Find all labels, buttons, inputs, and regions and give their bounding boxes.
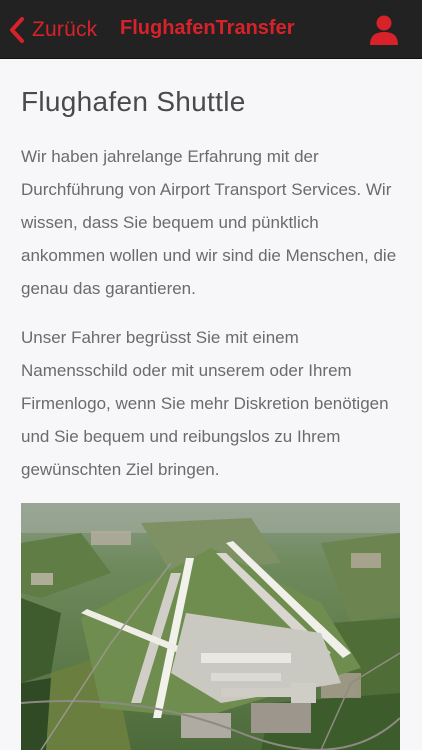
- top-navigation-bar: Zurück FlughafenTransfer: [0, 0, 422, 59]
- back-label: Zurück: [32, 18, 98, 41]
- chevron-left-icon: [10, 17, 24, 43]
- intro-paragraph: Wir haben jahrelange Erfahrung mit der D…: [21, 147, 397, 298]
- back-button[interactable]: Zurück: [8, 14, 97, 46]
- user-icon[interactable]: [368, 14, 400, 46]
- nav-title: FlughafenTransfer: [120, 17, 295, 39]
- airport-aerial-photo: [21, 503, 400, 750]
- airport-aerial-illustration: [21, 503, 400, 750]
- driver-paragraph: Unser Fahrer begrüsst Sie mit einem Name…: [21, 328, 389, 479]
- main-content: Flughafen Shuttle Wir haben jahrelange E…: [0, 60, 422, 502]
- page-title: Flughafen Shuttle: [21, 86, 246, 117]
